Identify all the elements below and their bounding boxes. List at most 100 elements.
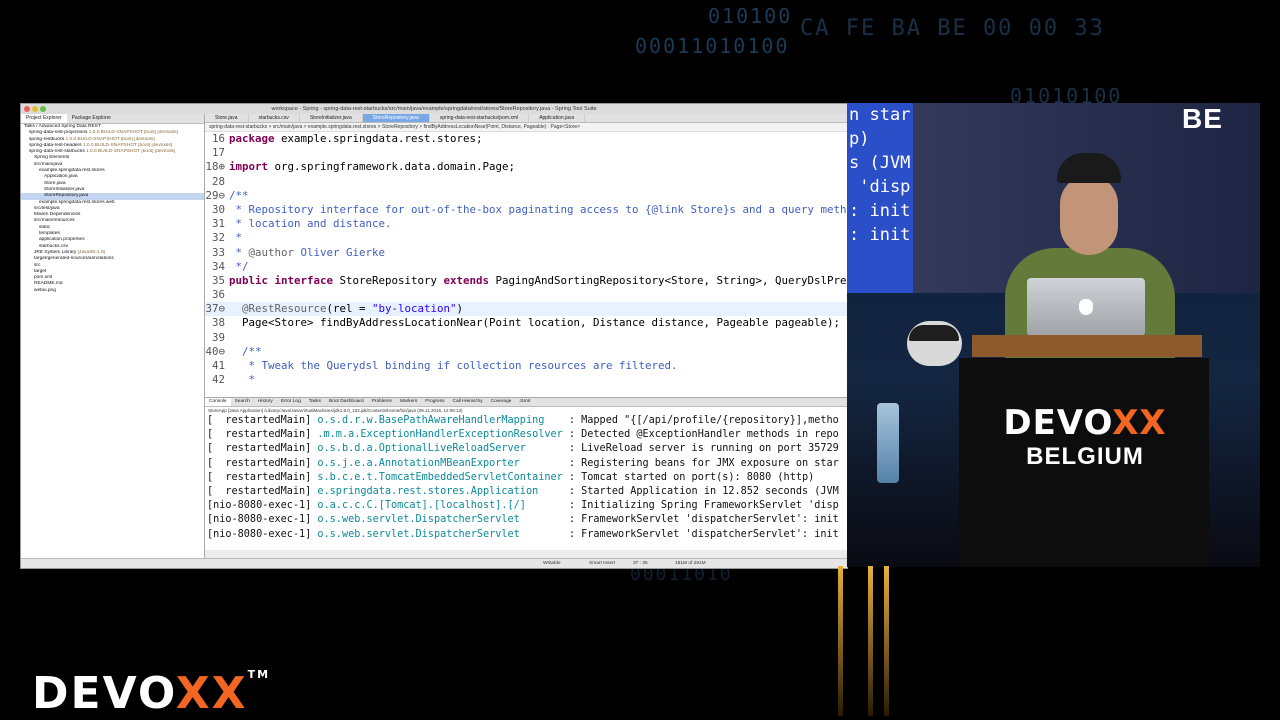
tab-package-explorer[interactable]: Package Explorer bbox=[67, 114, 116, 123]
line-number: 29⊖ bbox=[205, 188, 225, 202]
console-tabs: Console Search History Error Log Tasks Boot D… bbox=[205, 398, 847, 407]
console-tab[interactable]: Console bbox=[205, 398, 231, 406]
log-message: : FrameworkServlet 'dispatcherServlet': … bbox=[568, 514, 839, 526]
tree-item-label: example.springdata.rest.stores bbox=[39, 168, 105, 174]
line-number: 31 bbox=[211, 217, 225, 231]
line-number: 37⊖ bbox=[205, 302, 225, 316]
log-logger[interactable]: e.springdata.rest.stores.Application bbox=[317, 486, 568, 497]
console-tab[interactable]: Call Hierarchy bbox=[448, 398, 486, 406]
console-tab[interactable]: Boot Dashboard bbox=[325, 398, 368, 406]
editor-tab[interactable]: StoreRepository.java bbox=[362, 114, 430, 122]
code-line[interactable]: 39 bbox=[205, 331, 847, 345]
editor-tab[interactable]: spring-data-rest-starbucks/pom.xml bbox=[430, 114, 530, 122]
tree-item-label: spring-restbucks bbox=[29, 136, 65, 142]
log-logger[interactable]: o.s.web.servlet.DispatcherServlet bbox=[317, 514, 568, 525]
minimize-window-button[interactable] bbox=[32, 106, 38, 112]
tree-item-label: README.md bbox=[34, 281, 63, 287]
console-tab[interactable]: Error Log bbox=[277, 398, 305, 406]
log-line: [ restartedMain] e.springdata.rest.store… bbox=[205, 485, 847, 499]
status-heap-memory[interactable]: 181M of 281M bbox=[675, 559, 706, 568]
code-token: * bbox=[229, 245, 249, 259]
line-number: 16 bbox=[211, 132, 225, 145]
console-tab[interactable]: History bbox=[254, 398, 277, 406]
tree-item-label: static bbox=[39, 224, 51, 230]
tree-item[interactable]: webui.png bbox=[21, 288, 204, 294]
code-text[interactable]: 16 package example.springdata.rest.stores… bbox=[205, 132, 847, 397]
hex-decoration: 00011010100 bbox=[635, 34, 790, 58]
log-logger[interactable]: o.s.d.r.w.BasePathAwareHandlerMapping bbox=[317, 415, 568, 426]
log-logger[interactable]: o.s.j.e.a.AnnotationMBeanExporter bbox=[317, 458, 568, 469]
tree-item-label: Spring Elements bbox=[34, 155, 70, 161]
window-titlebar: workspace - Spring - spring-data-rest-st… bbox=[21, 104, 847, 114]
log-thread: [nio-8080-exec-1] bbox=[207, 528, 318, 540]
log-line: [ restartedMain] o.s.d.r.w.BasePathAware… bbox=[205, 414, 847, 428]
tree-item-label: Store.java bbox=[44, 180, 66, 186]
tree-item-label: webui.png bbox=[34, 287, 56, 293]
log-logger[interactable]: s.b.c.e.t.TomcatEmbeddedServletContainer bbox=[317, 472, 568, 483]
code-line[interactable]: 38 Page<Store> findByAddressLocationNear… bbox=[205, 316, 847, 330]
maximize-window-button[interactable] bbox=[40, 106, 46, 112]
code-line[interactable]: 41 * Tweak the Querydsl binding if colle… bbox=[205, 359, 847, 373]
line-number: 32 bbox=[211, 231, 225, 245]
log-thread: [ restartedMain] bbox=[207, 457, 318, 469]
log-logger[interactable]: o.s.web.servlet.DispatcherServlet bbox=[317, 529, 568, 540]
status-writable: Writable bbox=[543, 561, 561, 566]
tab-project-explorer[interactable]: Project Explorer bbox=[21, 114, 67, 123]
code-line[interactable]: 37⊖ @RestResource(rel = "by-location") bbox=[205, 302, 847, 317]
console-tab[interactable]: Search bbox=[231, 398, 254, 406]
log-thread: [nio-8080-exec-1] bbox=[207, 514, 318, 526]
console-tab[interactable]: Problems bbox=[368, 398, 396, 406]
log-message: : Initializing Spring FrameworkServlet '… bbox=[568, 500, 839, 512]
hex-decoration: CA FE BA BE 00 00 33 bbox=[800, 16, 1105, 41]
log-logger[interactable]: .m.m.a.ExceptionHandlerExceptionResolver bbox=[317, 429, 568, 440]
code-token: @RestResource bbox=[229, 302, 327, 316]
tree-item-decoration: 1.0.0.BUILD-SNAPSHOT [boot] [devtools] bbox=[81, 142, 173, 148]
status-cursor-position: 37 : 35 bbox=[633, 561, 648, 566]
code-line[interactable]: 33 * @author Oliver Gierke bbox=[205, 246, 847, 260]
projected-text: 'disp bbox=[849, 177, 911, 197]
projected-text: : init bbox=[849, 225, 911, 245]
tree-item-label: templates bbox=[39, 231, 60, 237]
code-line[interactable]: 29⊖ /** bbox=[205, 189, 847, 203]
log-line: [ restartedMain] o.s.b.d.a.OptionalLiveR… bbox=[205, 442, 847, 456]
log-logger[interactable]: o.s.b.d.a.OptionalLiveReloadServer bbox=[317, 443, 568, 454]
editor-tab[interactable]: Store.java bbox=[205, 114, 249, 122]
podium-top bbox=[972, 335, 1202, 357]
close-window-button[interactable] bbox=[24, 106, 30, 112]
code-line[interactable]: 40⊖ /** bbox=[205, 345, 847, 359]
console-tab[interactable]: Progress bbox=[421, 398, 448, 406]
breadcrumb[interactable]: spring-data-rest-starbucks > src/main/ja… bbox=[205, 123, 847, 132]
code-line[interactable]: 17 bbox=[205, 146, 847, 160]
project-explorer: Project Explorer Package Explorer Talks … bbox=[21, 114, 205, 566]
console-tab[interactable]: Coverage bbox=[487, 398, 516, 406]
code-line[interactable]: 30 * Repository interface for out-of-the… bbox=[205, 203, 847, 217]
podium-location: BELGIUM bbox=[1026, 443, 1144, 470]
code-line[interactable]: 42 * bbox=[205, 373, 847, 387]
editor-tab[interactable]: starbucks.csv bbox=[249, 114, 300, 122]
tree-item-label: Application.java bbox=[44, 174, 78, 180]
console-tab[interactable]: Markers bbox=[396, 398, 421, 406]
log-logger[interactable]: o.a.c.c.C.[Tomcat].[localhost].[/] bbox=[317, 500, 568, 511]
console-log[interactable]: [ restartedMain] o.s.d.r.w.BasePathAware… bbox=[205, 414, 847, 542]
tree-item-label: src/main/resources bbox=[34, 218, 75, 224]
code-line[interactable]: 18⊕ import org.springframework.data.domai… bbox=[205, 160, 847, 174]
code-line[interactable]: 35 public interface StoreRepository exten… bbox=[205, 274, 847, 288]
console-tab[interactable]: Tasks bbox=[305, 398, 325, 406]
line-number: 33 bbox=[211, 245, 225, 259]
code-line[interactable]: 31 * location and distance. bbox=[205, 217, 847, 231]
stage-lights bbox=[832, 566, 892, 716]
log-thread: [ restartedMain] bbox=[207, 485, 318, 497]
tree-item-decoration: [JavaSE-1.8] bbox=[76, 249, 106, 255]
console-tab[interactable]: JUnit bbox=[515, 398, 534, 406]
editor-tab[interactable]: StoreInitializer.java bbox=[300, 114, 363, 122]
code-line[interactable]: 16 package example.springdata.rest.stores… bbox=[205, 132, 847, 146]
tree-item-decoration: 1.0.0.BUILD-SNAPSHOT [boot] [devtools] bbox=[87, 130, 178, 136]
code-line[interactable]: 28 bbox=[205, 175, 847, 189]
code-line[interactable]: 36 bbox=[205, 288, 847, 302]
editor-tab[interactable]: Application.java bbox=[529, 114, 586, 122]
projected-screen-fragment: n star p) s (JVM 'disp : init : init bbox=[847, 103, 913, 293]
code-line[interactable]: 34 */ bbox=[205, 260, 847, 274]
tree-item-label: example.springdata.rest.stores.web bbox=[39, 199, 115, 205]
log-message: : Detected @ExceptionHandler methods in … bbox=[568, 429, 839, 441]
code-line[interactable]: 32 * bbox=[205, 231, 847, 245]
